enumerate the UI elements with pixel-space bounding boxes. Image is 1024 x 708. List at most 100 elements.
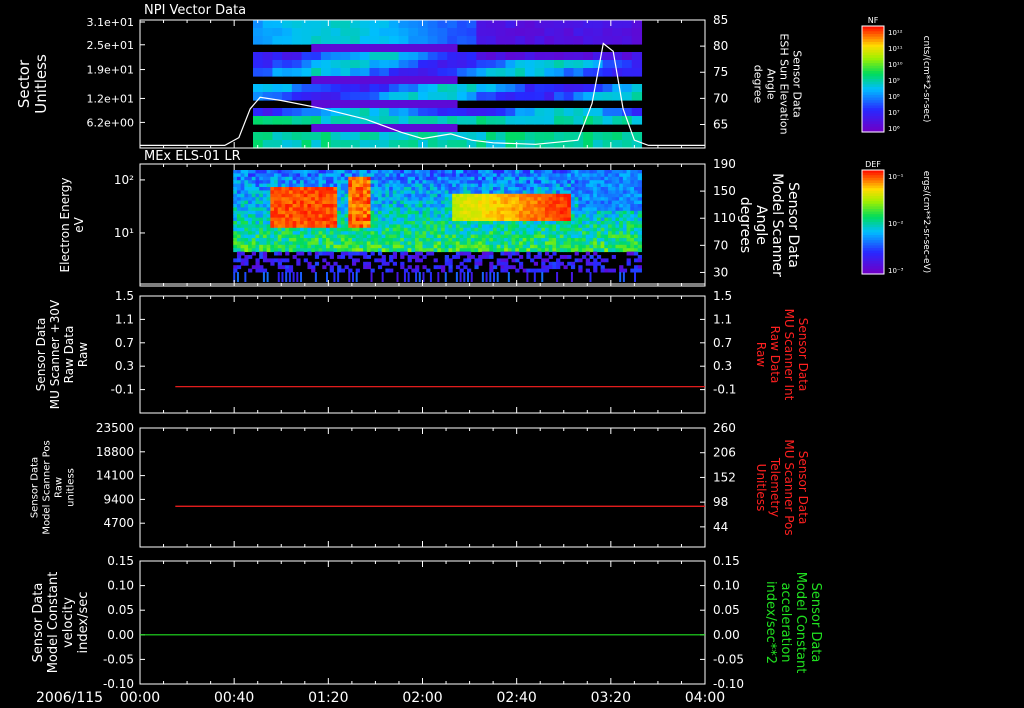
els-heatmap-cell	[277, 244, 282, 249]
els-heatmap-cell	[563, 244, 568, 249]
els-heatmap-cell	[518, 261, 524, 266]
els-heatmap-cell	[300, 204, 305, 208]
els-heatmap-cell	[248, 173, 253, 178]
els-heatmap-cell	[311, 248, 316, 253]
els-heatmap-cell	[240, 204, 245, 208]
els-heatmap-cell	[329, 224, 334, 229]
els-heatmap-cell	[604, 227, 609, 232]
els-heatmap-cell	[533, 187, 539, 191]
npi-heatmap-cell	[301, 36, 312, 45]
els-heatmap-cell	[619, 241, 624, 246]
els-heatmap-cell	[559, 197, 565, 202]
els-heatmap-cell	[585, 224, 590, 229]
els-heatmap-cell	[470, 197, 475, 202]
els-heatmap-cell	[459, 197, 464, 202]
els-heatmap-cell	[374, 204, 379, 208]
els-heatmap-cell	[567, 180, 572, 185]
els-heatmap-cell	[455, 248, 461, 253]
els-heatmap-cell	[515, 234, 520, 239]
els-heatmap-cell	[500, 214, 505, 219]
time-axis-tick-label: 00:40	[214, 690, 254, 706]
els-heatmap-cell	[337, 272, 340, 282]
els-heatmap-cell	[630, 238, 635, 242]
els-y-axis-tick-label: 10²	[114, 173, 134, 187]
npi-heatmap-cell	[495, 92, 507, 101]
els-heatmap-cell	[370, 176, 375, 181]
npi-heatmap-cell	[544, 52, 555, 61]
npi-heatmap-cell	[253, 52, 264, 61]
els-heatmap-cell	[363, 187, 368, 191]
els-heatmap-cell	[322, 200, 327, 205]
els-heatmap-cell	[422, 180, 427, 185]
npi-heatmap-cell	[602, 92, 613, 101]
els-heatmap-cell	[396, 183, 401, 188]
els-heatmap-cell	[530, 244, 535, 249]
els-heatmap-cell	[248, 180, 253, 185]
els-heatmap-cell	[459, 180, 464, 185]
els-heatmap-cell	[589, 248, 594, 253]
els-heatmap-cell	[363, 248, 368, 253]
els-heatmap-cell	[481, 255, 487, 259]
els-heatmap-cell	[511, 238, 516, 242]
els-heatmap-cell	[567, 227, 572, 232]
els-heatmap-cell	[518, 187, 524, 191]
npi-heatmap-cell	[253, 28, 264, 37]
els-heatmap-cell	[251, 176, 256, 181]
els-heatmap-cell	[333, 227, 338, 232]
els-heatmap-cell	[500, 210, 505, 215]
els-heatmap-cell	[292, 170, 297, 174]
els-heatmap-cell	[244, 197, 249, 202]
els-heatmap-cell	[496, 248, 501, 253]
els-heatmap-cell	[374, 200, 379, 205]
els-heatmap-cell	[240, 224, 245, 229]
els-heatmap-cell	[277, 190, 282, 195]
els-heatmap-cell	[637, 258, 642, 263]
els-heatmap-cell	[615, 190, 620, 195]
els-heatmap-cell	[533, 170, 539, 174]
els-heatmap-cell	[459, 227, 464, 232]
els-heatmap-cell	[478, 244, 483, 249]
els-heatmap-cell	[344, 221, 349, 225]
els-heatmap-cell	[407, 180, 412, 185]
npi-heatmap-cell	[350, 28, 361, 37]
els-heatmap-cell	[507, 180, 513, 185]
npi-heatmap-cell	[301, 140, 312, 149]
els-heatmap-cell	[244, 224, 249, 229]
els-heatmap-cell	[611, 248, 616, 253]
els-heatmap-cell	[589, 176, 594, 181]
els-heatmap-cell	[329, 183, 334, 188]
els-heatmap-cell	[489, 251, 494, 256]
els-heatmap-cell	[348, 197, 353, 202]
els-heatmap-cell	[288, 204, 294, 208]
els-heatmap-cell	[277, 248, 282, 253]
els-heatmap-cell	[441, 238, 446, 242]
els-heatmap-cell	[400, 251, 405, 256]
els-heatmap-cell	[541, 234, 546, 239]
els-heatmap-cell	[429, 207, 435, 212]
els-heatmap-cell	[403, 217, 409, 222]
els-heatmap-cell	[593, 221, 598, 225]
els-heatmap-cell	[355, 187, 360, 191]
els-heatmap-cell	[478, 176, 483, 181]
els-heatmap-cell	[274, 224, 279, 229]
els-heatmap-cell	[548, 170, 553, 174]
els-heatmap-cell	[489, 204, 494, 208]
npi-heatmap-cell	[282, 140, 293, 149]
els-heatmap-cell	[463, 207, 468, 212]
els-heatmap-cell	[570, 261, 576, 266]
els-heatmap-cell	[248, 193, 253, 198]
npi-heatmap-cell	[369, 124, 380, 133]
els-heatmap-cell	[496, 244, 501, 249]
els-heatmap-cell	[444, 258, 449, 263]
els-heatmap-cell	[363, 255, 368, 259]
els-heatmap-cell	[274, 187, 279, 191]
els-heatmap-cell	[630, 224, 635, 229]
npi-heatmap-cell	[330, 124, 341, 133]
els-heatmap-cell	[441, 214, 446, 219]
els-heatmap-cell	[567, 176, 572, 181]
def-colorbar-tick-label: 10⁻¹	[888, 173, 904, 181]
els-heatmap-cell	[544, 221, 550, 225]
els-heatmap-cell	[344, 241, 349, 246]
els-heatmap-cell	[608, 241, 613, 246]
els-heatmap-cell	[463, 200, 468, 205]
